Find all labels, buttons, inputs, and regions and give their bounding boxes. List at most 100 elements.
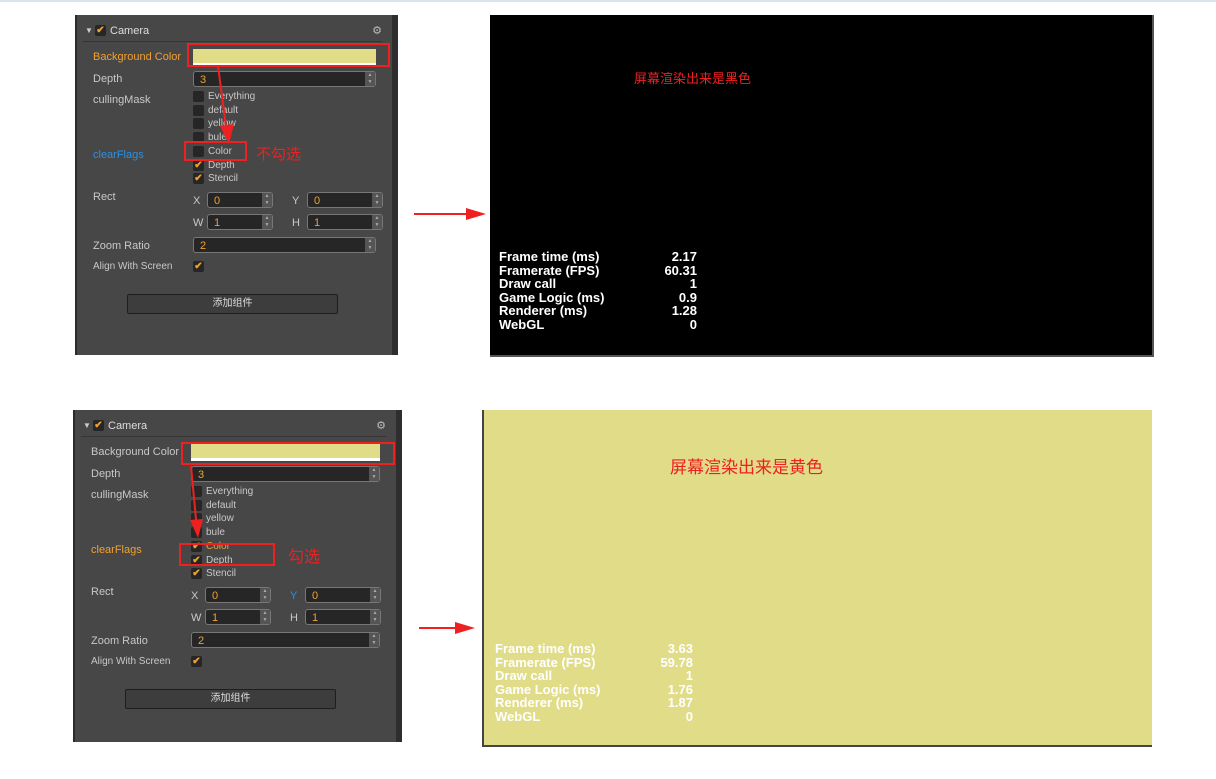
stat-label: Framerate (FPS)	[499, 262, 600, 278]
stat-value: 0	[689, 316, 697, 332]
zoom-ratio-value: 2	[198, 635, 205, 647]
stat-row: Renderer (ms) 1.87	[495, 696, 693, 710]
red-arrow-down-icon	[190, 466, 203, 538]
stat-row: Game Logic (ms) 0.9	[499, 291, 697, 305]
stat-row: Frame time (ms) 3.63	[495, 642, 693, 656]
rect-h-label: H	[290, 612, 298, 624]
render-screen-yellow: 屏幕渲染出来是黄色 Frame time (ms) 3.63 Framerate (…	[482, 410, 1152, 747]
rect-w-label: W	[193, 217, 204, 229]
clear-flags-checkbox[interactable]	[191, 568, 202, 579]
stat-value: 59.78	[660, 654, 693, 670]
zoom-ratio-spinner[interactable]: ▲ ▼	[365, 238, 375, 252]
screen-caption: 屏幕渲染出来是黑色	[634, 71, 752, 86]
stat-label: Renderer (ms)	[495, 695, 584, 711]
stat-label: Game Logic (ms)	[495, 681, 601, 697]
clear-flags-item: Depth	[193, 159, 235, 171]
red-arrow-right-icon	[414, 208, 486, 220]
zoom-ratio-label: Zoom Ratio	[93, 240, 150, 252]
highlight-background-color	[181, 442, 395, 465]
clear-flags-checkbox[interactable]	[193, 173, 204, 184]
stat-value: 3.63	[667, 641, 693, 656]
stat-row: Framerate (FPS) 60.31	[499, 262, 697, 278]
align-with-screen-checkbox[interactable]	[191, 656, 202, 667]
collapse-triangle-icon[interactable]: ▼	[83, 421, 91, 430]
culling-mask-checkbox[interactable]	[193, 104, 204, 116]
stat-value: 2.17	[671, 249, 697, 264]
clear-flags-label: Stencil	[208, 173, 239, 185]
stat-value: 60.31	[664, 262, 697, 278]
stat-label: WebGL	[499, 316, 545, 332]
rect-y-input[interactable]: 0 ▲ ▼	[305, 587, 381, 603]
rect-w-input[interactable]: 1 ▲ ▼	[207, 214, 273, 230]
annotation-checked: 勾选	[288, 549, 321, 566]
rect-w-value: 1	[214, 217, 221, 229]
rect-y-value: 0	[312, 590, 319, 602]
rect-w-spinner[interactable]: ▲ ▼	[260, 610, 270, 624]
clear-flags-label: Depth	[208, 159, 235, 171]
rect-h-spinner[interactable]: ▲ ▼	[372, 215, 382, 229]
rect-h-value: 1	[314, 217, 321, 229]
rect-w-input[interactable]: 1 ▲ ▼	[205, 609, 271, 625]
zoom-ratio-input[interactable]: 2 ▲ ▼	[193, 237, 376, 253]
add-component-button[interactable]: 添加组件	[125, 689, 336, 709]
component-enabled-checkbox[interactable]	[93, 420, 104, 431]
stat-label: WebGL	[495, 708, 541, 724]
align-with-screen-checkbox[interactable]	[193, 261, 204, 272]
collapse-triangle-icon[interactable]: ▼	[85, 26, 93, 35]
clear-flags-item: Stencil	[191, 568, 236, 579]
gear-icon[interactable]: ⚙	[376, 419, 386, 432]
rect-x-value: 0	[214, 195, 221, 207]
gear-icon[interactable]: ⚙	[372, 24, 382, 37]
stat-row: Draw call 1	[495, 669, 693, 683]
depth-spinner[interactable]: ▲ ▼	[365, 72, 375, 86]
depth-input[interactable]: 3 ▲ ▼	[191, 466, 380, 482]
stat-label: Frame time (ms)	[499, 249, 600, 264]
background-color-label: Background Color	[93, 51, 182, 63]
rect-y-input[interactable]: 0 ▲ ▼	[307, 192, 383, 208]
add-component-button[interactable]: 添加组件	[127, 294, 338, 314]
rect-x-label: X	[193, 195, 201, 207]
render-screen-black: 屏幕渲染出来是黑色 Frame time (ms) 2.17 Framerate (…	[490, 15, 1154, 357]
background-color-label: Background Color	[91, 446, 180, 458]
rect-y-label: Y	[292, 195, 300, 207]
component-title: Camera	[110, 25, 150, 37]
rect-y-spinner[interactable]: ▲ ▼	[372, 193, 382, 207]
rect-h-label: H	[292, 217, 300, 229]
zoom-ratio-label: Zoom Ratio	[91, 635, 148, 647]
rect-y-label: Y	[290, 590, 298, 602]
rect-x-label: X	[191, 590, 199, 602]
stat-label: Draw call	[495, 668, 553, 684]
rect-label: Rect	[91, 586, 114, 598]
culling-mask-checkbox[interactable]	[193, 91, 204, 102]
red-arrow-down-icon	[217, 66, 234, 144]
culling-mask-label: cullingMask	[93, 94, 151, 106]
stat-label: Draw call	[499, 276, 557, 292]
rect-x-input[interactable]: 0 ▲ ▼	[207, 192, 273, 208]
rect-h-spinner[interactable]: ▲ ▼	[370, 610, 380, 624]
rect-x-spinner[interactable]: ▲ ▼	[262, 193, 272, 207]
zoom-ratio-input[interactable]: 2 ▲ ▼	[191, 632, 380, 648]
clear-flags-checkbox[interactable]	[193, 159, 204, 171]
screen-caption: 屏幕渲染出来是黄色	[670, 458, 823, 477]
top-divider	[0, 0, 1216, 2]
component-header: ▼ Camera ⚙	[83, 23, 382, 42]
clear-flags-label: clearFlags	[91, 544, 142, 556]
clear-flags-item: Stencil	[193, 173, 238, 184]
component-enabled-checkbox[interactable]	[95, 25, 106, 36]
culling-mask-label: default	[206, 499, 237, 511]
rect-h-input[interactable]: 1 ▲ ▼	[305, 609, 381, 625]
stat-row: Renderer (ms) 1.28	[499, 304, 697, 318]
culling-mask-checkbox[interactable]	[193, 118, 204, 129]
rect-w-spinner[interactable]: ▲ ▼	[262, 215, 272, 229]
zoom-ratio-spinner[interactable]: ▲ ▼	[369, 633, 379, 647]
stat-row: Game Logic (ms) 1.76	[495, 683, 693, 697]
stat-label: Game Logic (ms)	[499, 289, 605, 305]
rect-h-input[interactable]: 1 ▲ ▼	[307, 214, 383, 230]
rect-x-input[interactable]: 0 ▲ ▼	[205, 587, 271, 603]
rect-label: Rect	[93, 191, 116, 203]
depth-spinner[interactable]: ▲ ▼	[369, 467, 379, 481]
rect-x-spinner[interactable]: ▲ ▼	[260, 588, 270, 602]
rect-y-spinner[interactable]: ▲ ▼	[370, 588, 380, 602]
culling-mask-label: yellow	[206, 513, 234, 525]
rect-y-value: 0	[314, 195, 321, 207]
